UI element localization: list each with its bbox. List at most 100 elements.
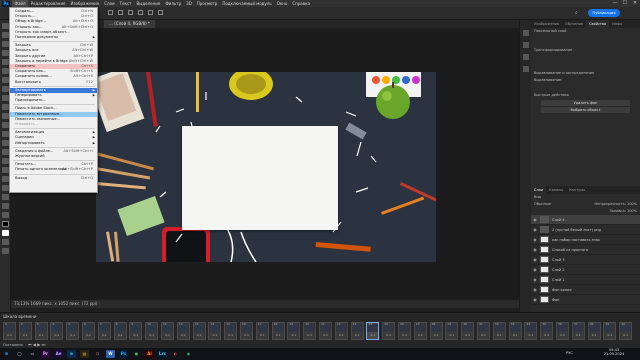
gradient-tool-icon[interactable] <box>2 131 9 137</box>
timeline-frame[interactable]: 20 0,1 <box>303 322 317 340</box>
frame-delay[interactable]: 0,1 <box>446 333 457 337</box>
timeline-frame[interactable]: 5 0,1 <box>66 322 80 340</box>
timeline-frame[interactable]: 21 0,1 <box>319 322 332 340</box>
frame-delay[interactable]: 0,1 <box>83 333 94 337</box>
timeline-frame[interactable]: 28 0,1 <box>429 322 443 340</box>
share-button[interactable]: Публикация <box>588 9 620 17</box>
menu-item[interactable]: Окно <box>274 0 290 7</box>
frame-delay[interactable]: 0,1 <box>541 333 552 337</box>
file-menu-item[interactable]: Последние документы ▶ <box>10 35 97 40</box>
frame-delay[interactable]: 0,1 <box>241 333 252 337</box>
tool-option-icon[interactable] <box>138 10 143 15</box>
minimize-button[interactable]: — <box>610 0 620 7</box>
history-panel-icon[interactable] <box>523 30 529 36</box>
timeline-frame[interactable]: 38 0,1 <box>587 322 601 340</box>
taskbar-app-icon[interactable]: ⬡ <box>93 350 102 358</box>
timeline-frame[interactable]: 10 0,1 <box>145 322 159 340</box>
tool-option-icon[interactable] <box>108 10 113 15</box>
maximize-button[interactable]: ☐ <box>620 0 630 7</box>
menu-item[interactable]: Подключаемый модуль <box>220 0 274 7</box>
file-menu-item[interactable]: Журнал версий <box>10 154 97 159</box>
close-window-button[interactable]: ✕ <box>630 0 640 7</box>
taskbar-app-icon[interactable]: ⊞ <box>2 350 11 358</box>
taskbar-app-icon[interactable]: Ae <box>54 350 63 358</box>
taskbar-app-icon[interactable]: Pr <box>41 350 50 358</box>
tool-option-icon[interactable] <box>148 10 153 15</box>
frame-delay[interactable]: 0,1 <box>115 333 126 337</box>
screen-mode-icon[interactable] <box>2 248 9 254</box>
file-menu-item[interactable]: Импортировать ▶ <box>10 141 97 146</box>
frame-delay[interactable]: 0,1 <box>257 333 268 337</box>
eyedropper-tool-icon[interactable] <box>2 77 9 83</box>
menu-item[interactable]: Файл <box>12 0 29 7</box>
fill-field[interactable]: Заливка: 100% <box>531 208 640 215</box>
visibility-eye-icon[interactable]: ◉ <box>531 287 539 292</box>
taskbar-app-icon[interactable]: ▤ <box>80 350 89 358</box>
pen-tool-icon[interactable] <box>2 158 9 164</box>
tool-option-icon[interactable] <box>128 10 133 15</box>
panel-tab[interactable]: Инфо <box>609 20 625 28</box>
frame-delay[interactable]: 0,1 <box>589 333 600 337</box>
panel-tab[interactable]: Свойства <box>586 20 610 28</box>
timeline-frame[interactable]: 9 0,1 <box>129 322 143 340</box>
panel-tab[interactable]: Каналы <box>546 186 566 194</box>
timeline-frame[interactable]: 35 0,1 <box>540 322 554 340</box>
timeline-frame[interactable]: 1 0,1 <box>3 322 16 340</box>
timeline-frame[interactable]: 17 0,1 <box>255 322 269 340</box>
background-color-swatch[interactable] <box>2 230 9 236</box>
layer-row[interactable]: ◉ 2 (пустой белый лист) png <box>531 225 640 235</box>
tool-option-icon[interactable] <box>118 10 123 15</box>
crop-tool-icon[interactable] <box>2 59 9 65</box>
frame-delay[interactable]: 0,1 <box>399 333 410 337</box>
timeline-frame[interactable]: 33 0,1 <box>508 322 522 340</box>
timeline-frame[interactable]: 39 0,1 <box>603 322 617 340</box>
menu-item[interactable]: Изображение <box>68 0 102 7</box>
file-menu-item[interactable]: Восстановить F12 <box>10 80 97 85</box>
blend-mode-select[interactable]: Обычные <box>534 202 551 207</box>
frame-delay[interactable]: 0,1 <box>525 333 536 337</box>
taskbar-app-icon[interactable]: Ai <box>145 350 154 358</box>
frame-delay[interactable]: 0,1 <box>573 333 584 337</box>
timeline-frame[interactable]: 3 0,1 <box>34 322 48 340</box>
timeline-frame[interactable]: 34 0,1 <box>524 322 538 340</box>
taskbar-app-icon[interactable]: ▭ <box>28 350 37 358</box>
taskbar-app-icon[interactable]: Ps <box>119 350 128 358</box>
file-menu-item[interactable]: Печать одного экземпляра Alt+Shift+Ctrl+P <box>10 167 97 172</box>
zoom-tool-icon[interactable] <box>2 203 9 209</box>
frame-delay[interactable]: 0,1 <box>130 333 141 337</box>
timeline-frame[interactable]: 7 0,1 <box>97 322 111 340</box>
healing-tool-icon[interactable] <box>2 86 9 92</box>
timeline-frame[interactable]: 2 0,1 <box>18 322 32 340</box>
frame-delay[interactable]: 0,1 <box>178 333 189 337</box>
lasso-tool-icon[interactable] <box>2 41 9 47</box>
frame-delay[interactable]: 0,1 <box>304 333 315 337</box>
timeline-frame[interactable]: 11 0,1 <box>161 322 174 340</box>
brush-tool-icon[interactable] <box>2 95 9 101</box>
quick-mask-icon[interactable] <box>2 239 9 245</box>
timeline-frame[interactable]: 6 0,1 <box>82 322 95 340</box>
menu-item[interactable]: Редактирование <box>28 0 68 7</box>
visibility-eye-icon[interactable]: ◉ <box>531 217 539 222</box>
tool-option-icon[interactable] <box>158 10 163 15</box>
canvas-image[interactable] <box>96 72 436 262</box>
frame-delay[interactable]: 0,1 <box>51 333 62 337</box>
timeline-frame[interactable]: 32 0,1 <box>492 322 506 340</box>
timeline-frame[interactable]: 36 0,1 <box>556 322 569 340</box>
timeline-frame[interactable]: 37 0,1 <box>571 322 585 340</box>
frame-delay[interactable]: 0,1 <box>462 333 473 337</box>
taskbar-app-icon[interactable]: ● <box>132 350 141 358</box>
layer-row[interactable]: ◉ как набор поставить знак <box>531 235 640 245</box>
frame-delay[interactable]: 0,1 <box>431 333 442 337</box>
layer-row[interactable]: ◉ Слой 3 <box>531 255 640 265</box>
paragraph-panel-icon[interactable] <box>523 66 529 72</box>
taskbar-app-icon[interactable]: W <box>106 350 115 358</box>
frame-delay[interactable]: 0,1 <box>557 333 568 337</box>
frame-delay[interactable]: 0,1 <box>510 333 521 337</box>
menu-item[interactable]: Выделение <box>134 0 163 7</box>
marquee-tool-icon[interactable] <box>2 32 9 38</box>
timeline-frame[interactable]: 16 0,1 <box>240 322 253 340</box>
panel-tab[interactable]: Обучение <box>562 20 586 28</box>
timeline-frame[interactable]: 27 0,1 <box>413 322 427 340</box>
clock[interactable]: 09:43 21.05.2024 <box>600 348 628 356</box>
visibility-eye-icon[interactable]: ◉ <box>531 227 539 232</box>
